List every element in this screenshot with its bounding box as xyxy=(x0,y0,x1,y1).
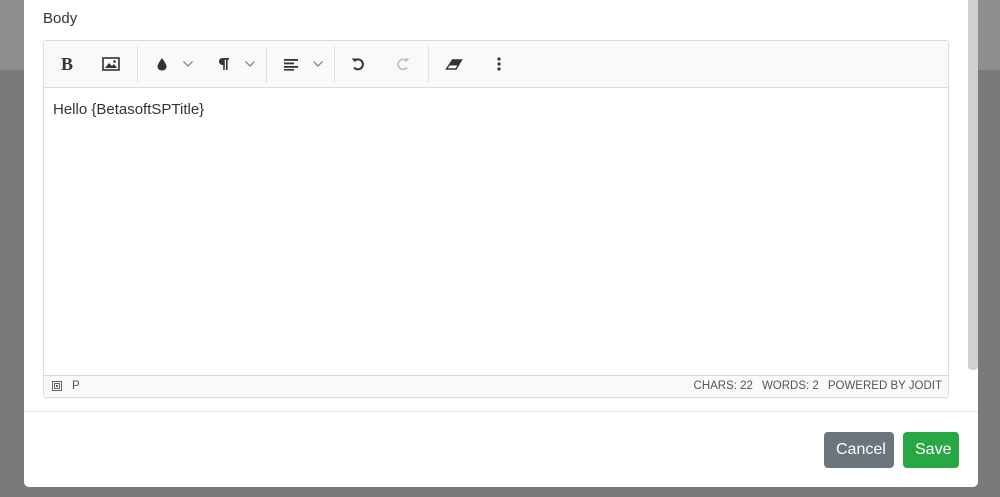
editor-paragraph: Hello {BetasoftSPTitle} xyxy=(53,101,205,118)
save-button[interactable]: Save xyxy=(903,432,959,468)
modal-scrollbar[interactable] xyxy=(968,0,978,370)
toolbar-separator xyxy=(266,46,267,83)
cancel-button[interactable]: Cancel xyxy=(824,432,894,468)
toolbar-separator xyxy=(428,46,429,83)
redo-button[interactable] xyxy=(391,50,415,78)
brush-icon xyxy=(157,58,167,71)
align-icon xyxy=(284,59,298,71)
toolbar-separator xyxy=(137,46,138,83)
align-button[interactable] xyxy=(280,50,302,78)
align-dropdown[interactable] xyxy=(310,50,326,78)
body-field-label: Body xyxy=(43,10,78,27)
eraser-icon xyxy=(445,59,463,70)
powered-by-link[interactable]: POWERED BY JODIT xyxy=(828,380,942,392)
modal-footer: Cancel Save xyxy=(24,411,978,487)
bold-icon: B xyxy=(61,55,73,73)
chevron-down-icon xyxy=(183,61,193,67)
bold-button[interactable]: B xyxy=(54,50,80,78)
editor-statusbar: P CHARS: 22 WORDS: 2 POWERED BY JODIT xyxy=(44,375,948,397)
redo-icon xyxy=(397,58,410,71)
chevron-down-icon xyxy=(245,61,255,67)
paragraph-dropdown[interactable] xyxy=(242,50,258,78)
toolbar-separator xyxy=(334,46,335,83)
undo-button[interactable] xyxy=(346,50,370,78)
editor-content-area[interactable]: Hello {BetasoftSPTitle} xyxy=(44,88,948,375)
rich-text-editor: B Hello {BetasoftSPTitle} P CHARS: 22 WO… xyxy=(43,40,949,398)
svg-text:B: B xyxy=(61,55,73,73)
source-icon[interactable] xyxy=(52,381,62,391)
clear-format-button[interactable] xyxy=(442,50,466,78)
brush-button[interactable] xyxy=(152,50,172,78)
chevron-down-icon xyxy=(313,61,323,67)
char-count: CHARS: 22 xyxy=(693,380,753,392)
word-count: WORDS: 2 xyxy=(761,380,819,392)
insert-image-button[interactable] xyxy=(98,50,124,78)
paragraph-button[interactable] xyxy=(214,50,234,78)
paragraph-icon xyxy=(219,58,229,70)
brush-dropdown[interactable] xyxy=(180,50,196,78)
more-icon xyxy=(497,57,501,71)
element-path[interactable]: P xyxy=(72,380,80,392)
image-icon xyxy=(102,57,120,71)
undo-icon xyxy=(351,58,364,71)
editor-toolbar: B xyxy=(44,41,948,88)
more-button[interactable] xyxy=(490,50,508,78)
modal-dialog: Body B Hello {BetasoftSPTitle} P CHARS: … xyxy=(24,0,978,487)
